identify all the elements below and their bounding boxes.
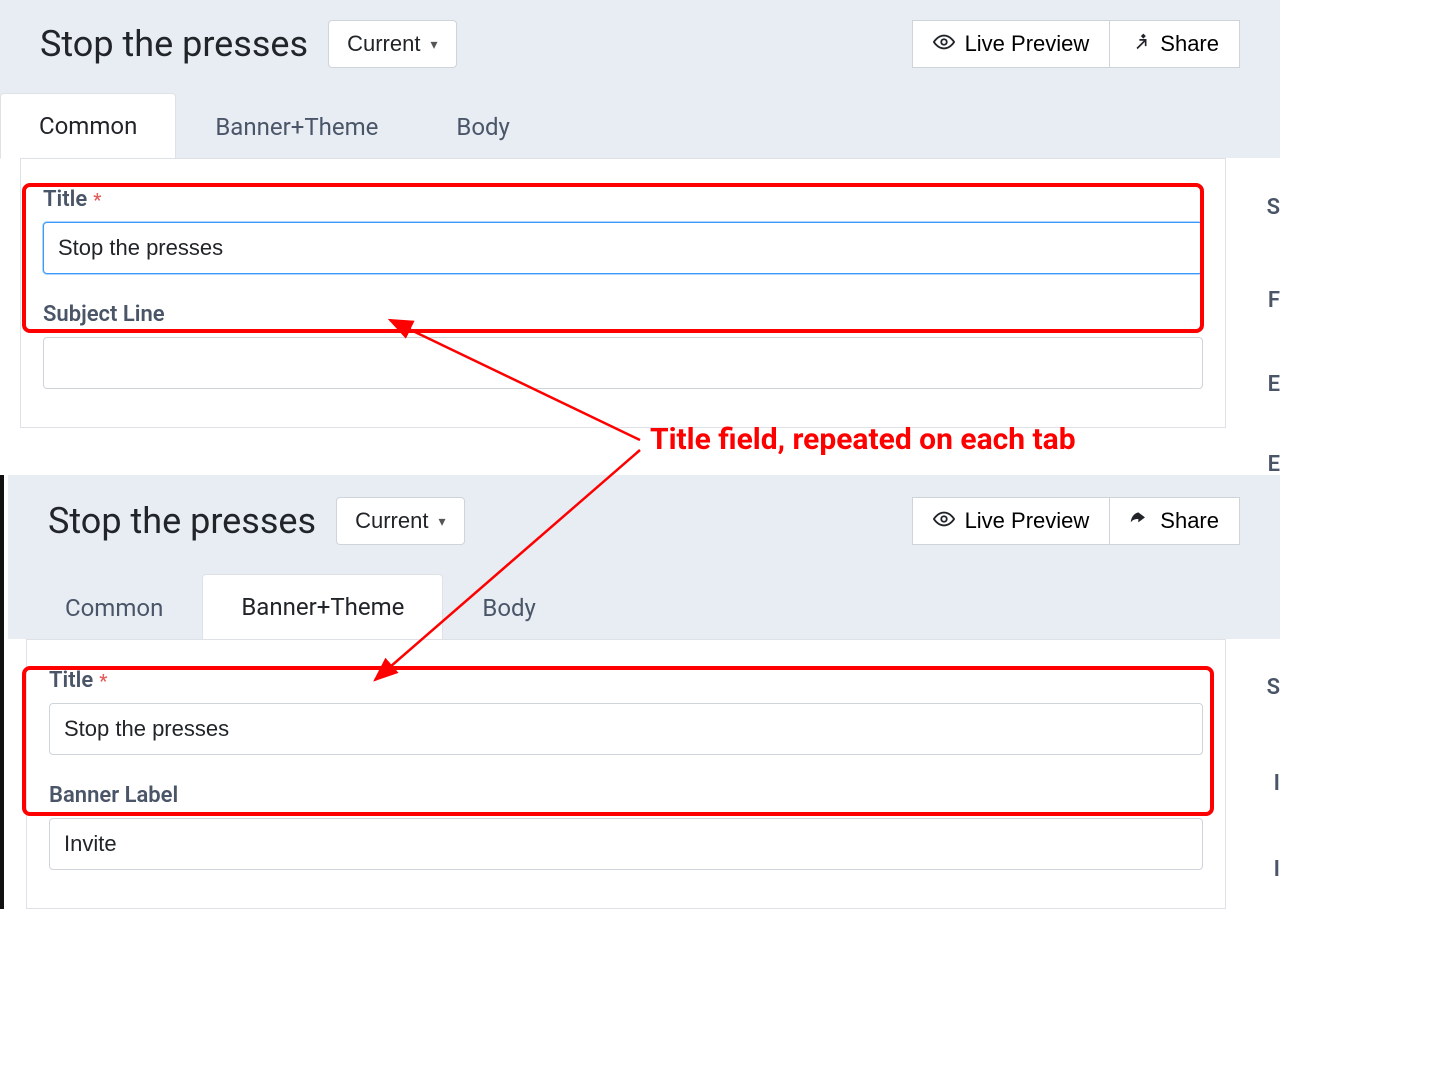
version-dropdown[interactable]: Current ▾	[328, 20, 456, 68]
sidebar-hint: S	[1267, 195, 1280, 220]
tab-body[interactable]: Body	[443, 575, 575, 640]
subject-line-field-group: Subject Line	[43, 302, 1203, 389]
sidebar-hint: I	[1274, 771, 1280, 796]
subject-line-input[interactable]	[43, 337, 1203, 389]
title-field-group: Title*	[49, 668, 1203, 755]
live-preview-button[interactable]: Live Preview	[912, 497, 1111, 545]
title-input[interactable]	[43, 222, 1203, 274]
page-title: Stop the presses	[40, 23, 308, 65]
form-panel: Title* Banner Label	[26, 639, 1226, 909]
page-title: Stop the presses	[48, 500, 316, 542]
tab-bar: Common Banner+Theme Body	[8, 567, 1280, 639]
title-label: Title*	[49, 668, 1203, 693]
title-field-group: Title*	[43, 187, 1203, 274]
sidebar-hint: E	[1268, 452, 1280, 477]
eye-icon	[933, 31, 955, 57]
tab-bar: Common Banner+Theme Body	[0, 88, 1280, 158]
chevron-down-icon: ▾	[430, 36, 437, 53]
share-button[interactable]: Share	[1110, 20, 1240, 68]
share-label: Share	[1160, 508, 1219, 534]
banner-label-input[interactable]	[49, 818, 1203, 870]
banner-label-label: Banner Label	[49, 783, 1203, 808]
share-button[interactable]: Share	[1110, 497, 1240, 545]
tab-common[interactable]: Common	[26, 575, 202, 640]
version-dropdown[interactable]: Current ▾	[336, 497, 464, 545]
title-input[interactable]	[49, 703, 1203, 755]
version-dropdown-label: Current	[355, 508, 428, 534]
header-bar: Stop the presses Current ▾ Live Preview …	[8, 475, 1280, 567]
sidebar-hint: E	[1268, 372, 1280, 397]
chevron-down-icon: ▾	[438, 513, 445, 530]
header-actions: Live Preview Share	[912, 20, 1240, 68]
version-dropdown-label: Current	[347, 31, 420, 57]
form-panel: Title* Subject Line	[20, 158, 1226, 428]
tab-body[interactable]: Body	[417, 94, 549, 159]
sidebar-hint: S	[1267, 675, 1280, 700]
banner-label-field-group: Banner Label	[49, 783, 1203, 870]
panel-banner-theme-tab: Stop the presses Current ▾ Live Preview …	[0, 475, 1280, 909]
required-asterisk-icon: *	[99, 671, 107, 692]
tab-banner-theme[interactable]: Banner+Theme	[202, 574, 443, 640]
title-label: Title*	[43, 187, 1203, 212]
live-preview-label: Live Preview	[965, 508, 1090, 534]
header-actions: Live Preview Share	[912, 497, 1240, 545]
tab-banner-theme[interactable]: Banner+Theme	[176, 94, 417, 159]
live-preview-label: Live Preview	[965, 31, 1090, 57]
header-bar: Stop the presses Current ▾ Live Preview …	[0, 0, 1280, 88]
eye-icon	[933, 508, 955, 534]
annotation-text: Title field, repeated on each tab	[650, 422, 1076, 457]
share-icon	[1130, 32, 1150, 56]
share-label: Share	[1160, 31, 1219, 57]
panel-common-tab: Stop the presses Current ▾ Live Preview …	[0, 0, 1280, 428]
live-preview-button[interactable]: Live Preview	[912, 20, 1111, 68]
subject-line-label: Subject Line	[43, 302, 1203, 327]
sidebar-hint: I	[1274, 857, 1280, 882]
required-asterisk-icon: *	[93, 190, 101, 211]
sidebar-hint: F	[1268, 288, 1280, 313]
tab-common[interactable]: Common	[0, 93, 176, 159]
share-icon	[1130, 509, 1150, 533]
